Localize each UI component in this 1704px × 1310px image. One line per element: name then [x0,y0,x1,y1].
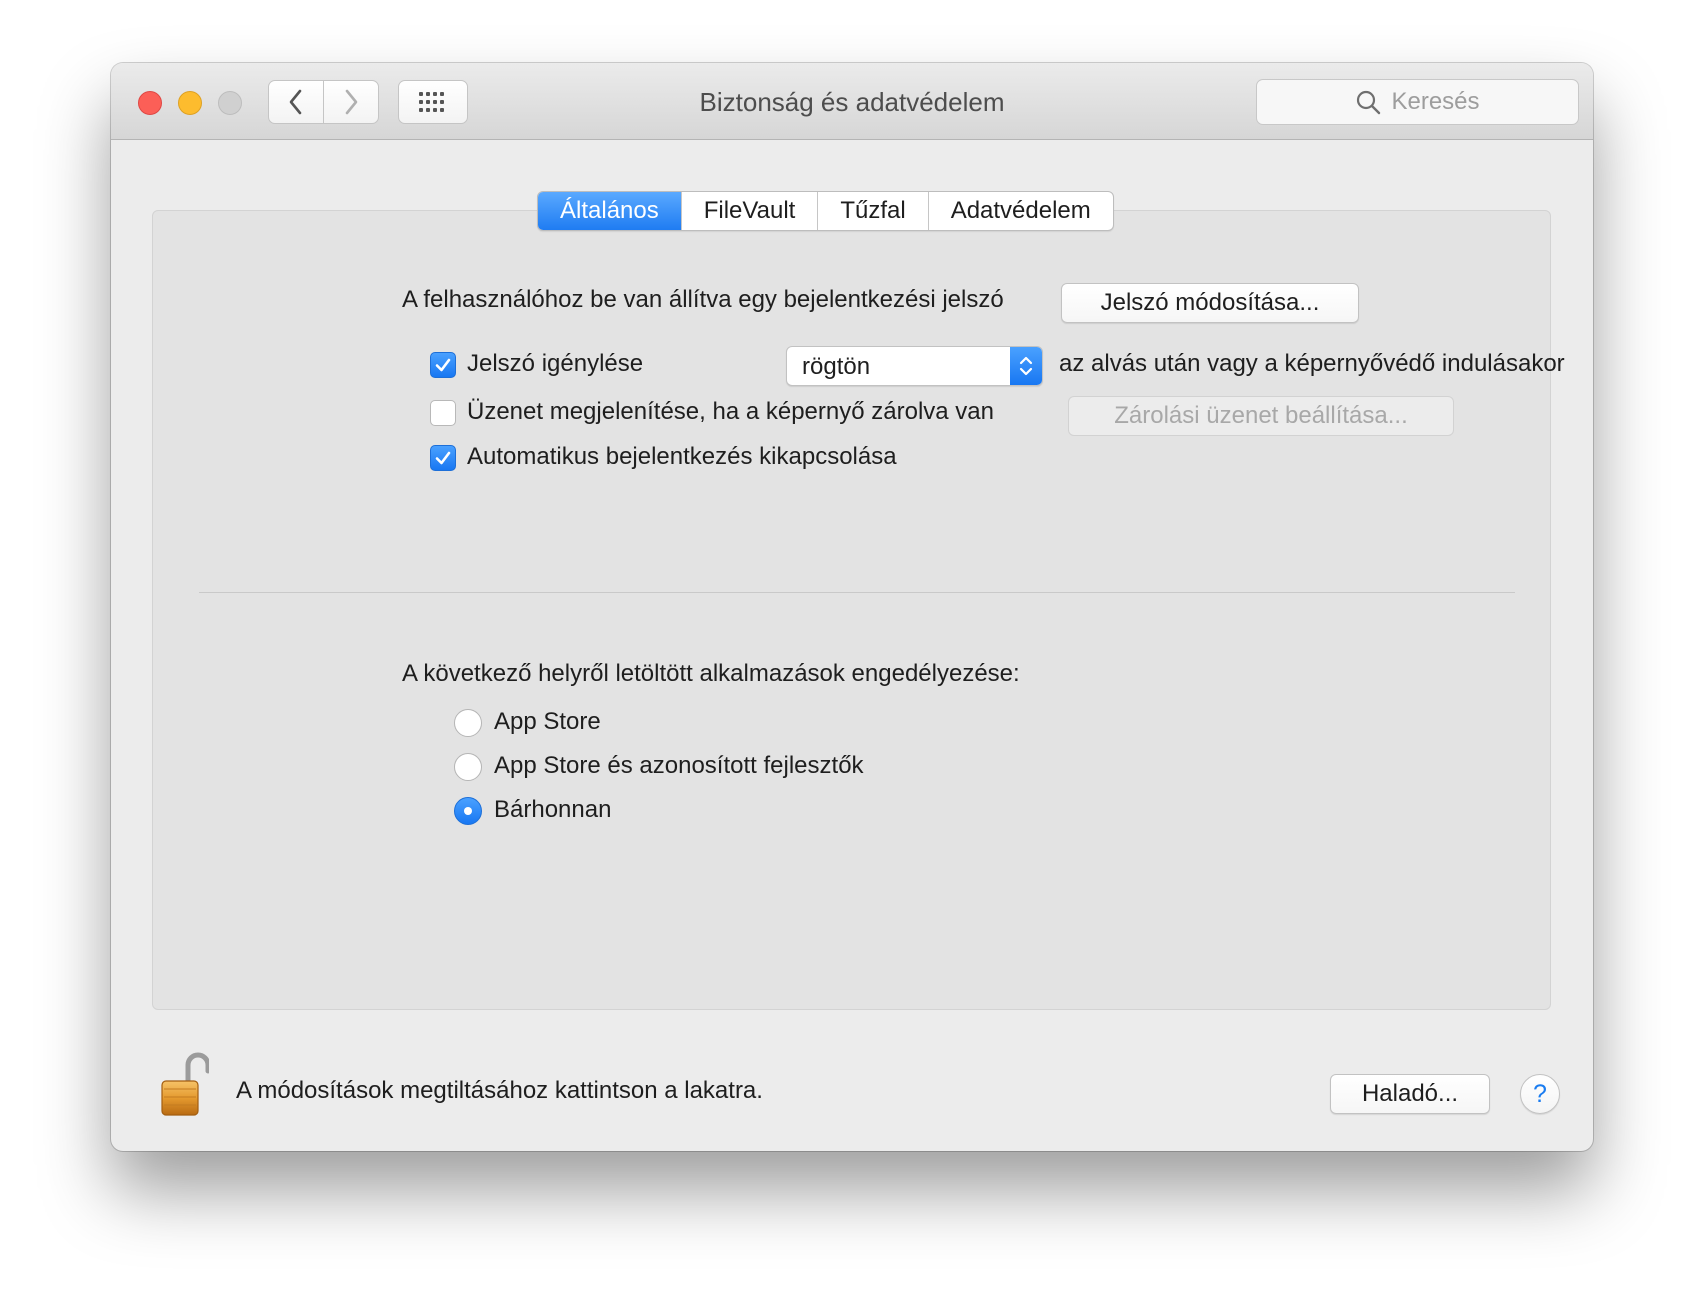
radio-anywhere-label: Bárhonnan [494,796,612,823]
disable-auto-login-checkbox[interactable] [430,445,456,471]
show-message-checkbox[interactable] [430,400,456,426]
set-lock-message-button: Zárolási üzenet beállítása... [1068,396,1454,436]
tab-filevault[interactable]: FileVault [682,192,819,230]
popup-arrows-icon [1010,347,1042,385]
radio-app-store-label: App Store [494,708,601,735]
password-delay-value: rögtön [802,353,871,380]
checkmark-icon [435,451,451,465]
tab-firewall[interactable]: Tűzfal [818,192,929,230]
require-password-label: Jelszó igénylése [467,350,644,377]
change-password-button[interactable]: Jelszó módosítása... [1061,283,1359,323]
radio-app-store-identified[interactable] [454,753,482,781]
password-delay-popup[interactable]: rögtön [786,346,1043,386]
show-message-label: Üzenet megjelenítése, ha a képernyő záro… [467,398,994,425]
require-password-checkbox[interactable] [430,352,456,378]
search-icon [1357,90,1381,115]
section-divider [199,592,1515,593]
help-button[interactable]: ? [1520,1074,1560,1114]
preferences-window: Biztonság és adatvédelem Keresés Általán… [111,63,1593,1151]
password-set-text: A felhasználóhoz be van állítva egy beje… [402,286,1004,313]
unlocked-padlock-icon[interactable] [159,1051,211,1119]
advanced-button[interactable]: Haladó... [1330,1074,1490,1114]
checkmark-icon [435,358,451,372]
radio-app-store[interactable] [454,709,482,737]
disable-auto-login-label: Automatikus bejelentkezés kikapcsolása [467,443,897,470]
tab-privacy[interactable]: Adatvédelem [929,192,1113,230]
search-placeholder: Keresés [1391,88,1480,115]
tab-bar: Általános FileVault Tűzfal Adatvédelem [537,191,1114,231]
radio-app-store-identified-label: App Store és azonosított fejlesztők [494,752,864,779]
radio-anywhere[interactable] [454,797,482,825]
general-panel [152,210,1551,1010]
search-field[interactable]: Keresés [1256,79,1579,125]
lock-hint-text: A módosítások megtiltásához kattintson a… [236,1077,763,1104]
require-password-suffix: az alvás után vagy a képernyővédő indulá… [1059,350,1565,377]
allow-apps-heading: A következő helyről letöltött alkalmazás… [402,660,1020,687]
tab-general[interactable]: Általános [538,192,682,230]
title-bar: Biztonság és adatvédelem Keresés [111,63,1593,140]
